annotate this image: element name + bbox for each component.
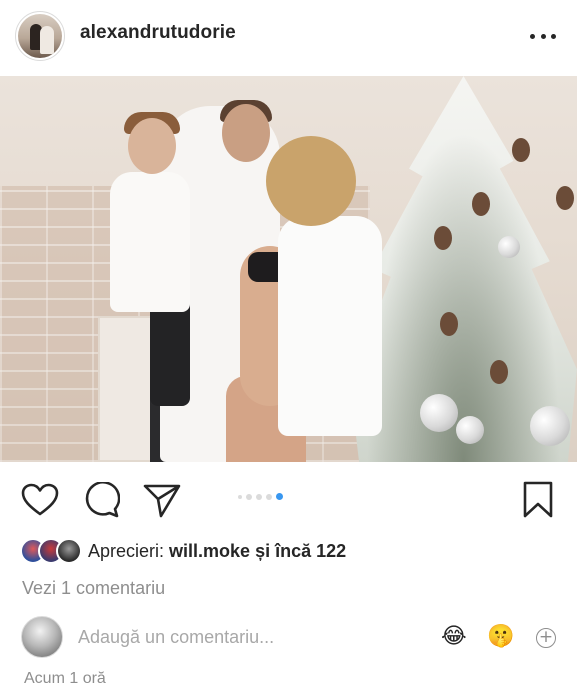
ornament [420, 394, 458, 432]
likes-count[interactable]: Aprecieri: will.moke și încă 122 [88, 541, 346, 562]
comment-button[interactable] [82, 480, 122, 520]
likes-prefix: Aprecieri: [88, 540, 170, 561]
post-header: alexandrutudorie [0, 0, 577, 75]
more-dot-icon [551, 33, 556, 39]
more-dot-icon [540, 33, 546, 39]
kid-shirt [110, 172, 190, 312]
carousel-dot [266, 493, 272, 500]
shushing-emoji-button[interactable]: 🤫 [487, 624, 514, 650]
save-button[interactable] [518, 480, 558, 520]
action-bar [0, 462, 577, 532]
carousel-indicator [238, 493, 283, 500]
liker-avatar [56, 538, 82, 564]
ornament [530, 406, 570, 446]
pine-cone [556, 186, 574, 210]
pine-cone [512, 138, 530, 162]
avatar-figure [40, 26, 54, 54]
share-button[interactable] [142, 480, 182, 520]
pine-cone [490, 360, 508, 384]
post-timestamp: Acum 1 oră [24, 670, 106, 687]
kid-legs [150, 296, 190, 406]
add-emoji-button[interactable]: + [536, 628, 556, 648]
carousel-dot [246, 493, 252, 500]
carousel-dot-active [276, 493, 283, 500]
kid-head [128, 118, 176, 174]
carousel-dot [238, 494, 242, 499]
current-user-avatar [21, 616, 63, 658]
profile-avatar[interactable] [15, 11, 65, 61]
more-options-button[interactable] [526, 24, 560, 48]
add-comment-row: 😂 🤫 + [0, 614, 577, 660]
like-button[interactable] [20, 480, 60, 520]
pine-cone [440, 312, 458, 336]
woman-shirt [278, 216, 382, 436]
christmas-tree [350, 76, 577, 462]
avatar-image [18, 14, 62, 58]
pine-cone [434, 226, 452, 250]
comment-bubble-icon [85, 482, 120, 518]
carousel-dot [256, 493, 262, 500]
heart-icon [21, 483, 59, 516]
woman-hair [266, 136, 356, 226]
laughing-emoji-button[interactable]: 😂 [441, 624, 467, 650]
likes-row[interactable]: Aprecieri: will.moke și încă 122 [20, 536, 346, 566]
liker-username[interactable]: will.moke [169, 541, 250, 561]
view-comments-link[interactable]: Vezi 1 comentariu [22, 578, 165, 599]
ornament [456, 416, 484, 444]
pine-cone [472, 192, 490, 216]
man-head [222, 104, 270, 162]
ornament [498, 236, 520, 258]
bookmark-icon [523, 481, 553, 518]
paper-plane-icon [143, 484, 181, 518]
username-link[interactable]: alexandrutudorie [80, 22, 236, 44]
comment-input[interactable] [78, 624, 418, 650]
more-dot-icon [530, 33, 535, 39]
post-photo[interactable] [0, 76, 577, 462]
likes-others[interactable]: și încă 122 [250, 541, 346, 561]
